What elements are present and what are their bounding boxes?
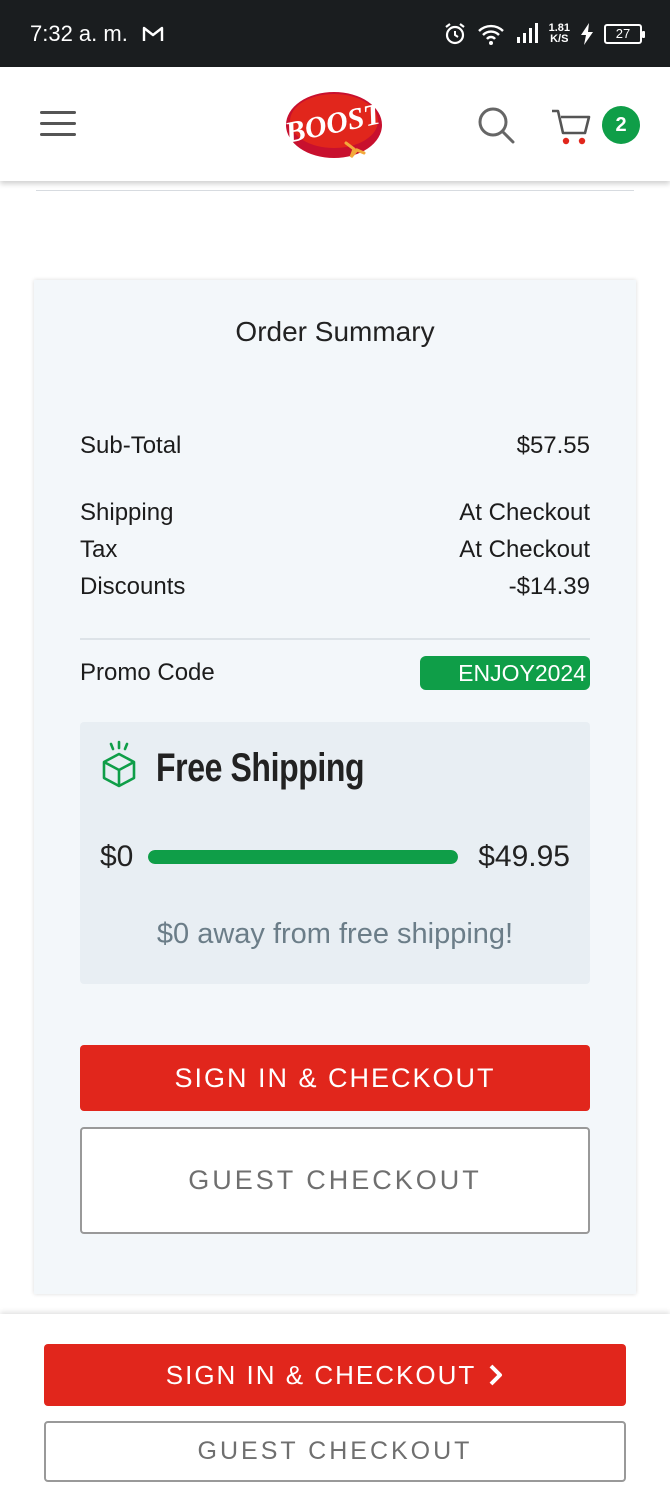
header-divider (36, 190, 634, 191)
status-left: 7:32 a. m. (30, 21, 164, 47)
alarm-icon (444, 22, 465, 44)
free-shipping-progress-fill (148, 850, 458, 864)
speed-unit: K/S (550, 32, 569, 45)
gmail-icon (142, 26, 164, 41)
status-right: 1.81 K/S 27 (443, 21, 645, 46)
summary-divider (80, 638, 590, 640)
chevron-right-icon (489, 1364, 503, 1386)
speed-value: 1.81 (548, 21, 570, 34)
shipping-value: At Checkout (459, 499, 590, 526)
shipping-label: Shipping (80, 499, 174, 526)
site-header: BOOST (0, 67, 670, 181)
subtotal-label: Sub-Total (80, 432, 182, 459)
promo-row: Promo Code ENJOY2024 (80, 656, 590, 690)
free-shipping-progress (148, 850, 458, 864)
screen: 7:32 a. m. 1.81 K/S 27 BOOST 2 Order Sum… (0, 0, 670, 1500)
order-summary-title: Order Summary (235, 316, 435, 347)
free-shipping-box: Free Shipping $0 $49.95 $0 away from fre… (80, 722, 590, 984)
promo-label: Promo Code (80, 659, 215, 686)
tax-row: Tax At Checkout (80, 536, 590, 564)
charging-icon (581, 22, 593, 45)
status-bar: 7:32 a. m. 1.81 K/S 27 (0, 0, 670, 67)
gift-box-icon (102, 740, 136, 788)
subtotal-value: $57.55 (516, 432, 590, 459)
order-summary-card: Order Summary Sub-Total $57.55 Shipping … (34, 280, 636, 1294)
battery-icon: 27 (604, 23, 645, 44)
tax-value: At Checkout (459, 536, 590, 563)
footer-guest-checkout-button[interactable]: GUEST CHECKOUT (44, 1421, 626, 1482)
search-icon[interactable] (476, 105, 516, 145)
status-time: 7:32 a. m. (30, 20, 128, 46)
tax-label: Tax (80, 536, 118, 563)
discounts-row: Discounts -$14.39 (80, 573, 590, 601)
cart-icon[interactable] (550, 105, 592, 147)
sign-in-checkout-button[interactable]: SIGN IN & CHECKOUT (80, 1045, 590, 1111)
discounts-value: -$14.39 (508, 573, 590, 600)
shipping-row: Shipping At Checkout (80, 499, 590, 527)
promo-code-badge[interactable]: ENJOY2024 (420, 656, 590, 690)
signal-icon (516, 22, 538, 43)
boost-logo[interactable]: BOOST (284, 85, 388, 161)
shipping-range-min: $0 (100, 840, 134, 873)
sticky-checkout-footer: SIGN IN & CHECKOUT GUEST CHECKOUT (0, 1314, 670, 1500)
network-speed: 1.81 K/S (548, 21, 570, 45)
guest-checkout-button[interactable]: GUEST CHECKOUT (80, 1127, 590, 1234)
discounts-label: Discounts (80, 573, 186, 600)
free-shipping-title: Free Shipping (156, 746, 365, 790)
cart-count-badge[interactable]: 2 (602, 106, 640, 144)
footer-sign-in-checkout-button[interactable]: SIGN IN & CHECKOUT (44, 1344, 626, 1406)
shipping-range-max: $49.95 (478, 840, 570, 873)
subtotal-row: Sub-Total $57.55 (80, 432, 590, 460)
free-shipping-message: $0 away from free shipping! (156, 918, 514, 950)
wifi-icon (477, 24, 504, 45)
menu-icon[interactable] (40, 111, 76, 137)
footer-sign-in-checkout-label: SIGN IN & CHECKOUT (165, 1359, 477, 1390)
battery-level: 27 (615, 26, 631, 41)
